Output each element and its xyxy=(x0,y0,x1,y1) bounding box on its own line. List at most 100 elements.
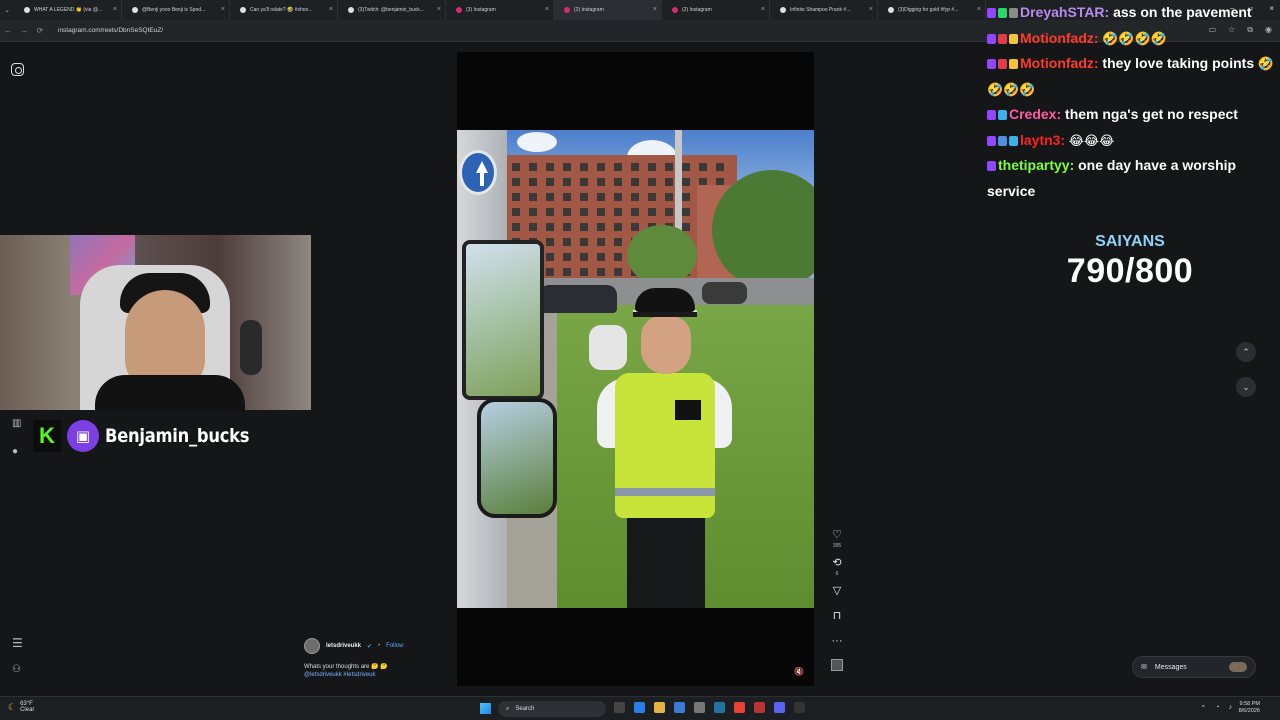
tab-close-icon[interactable]: × xyxy=(869,6,873,13)
chat-message: DreyahSTAR: ass on the pavement xyxy=(987,0,1280,26)
taskbar-apps xyxy=(614,702,805,713)
goal-count: 790/800 xyxy=(1066,252,1194,290)
mute-icon[interactable]: 🔇 xyxy=(794,667,804,676)
audio-thumbnail-icon[interactable] xyxy=(831,659,843,671)
author-avatar[interactable] xyxy=(304,638,320,654)
menu-icon[interactable]: ☰ xyxy=(12,636,23,650)
avatar[interactable]: ● xyxy=(12,446,18,457)
tray-chevron-icon[interactable]: ⌃ xyxy=(1200,704,1206,712)
task-view-icon[interactable] xyxy=(614,702,625,713)
video-frame xyxy=(457,130,814,608)
discord-icon[interactable] xyxy=(774,702,785,713)
reel-caption: Whats your thoughts are 🤔 🤔 @letsdriveuk… xyxy=(304,663,444,679)
browser-tab[interactable]: (3)Twitch: @benjamin_buck... × xyxy=(338,0,446,20)
chat-badge-icon xyxy=(998,135,1007,146)
weather-status: Clear xyxy=(20,707,35,713)
share-icon[interactable]: ▽ xyxy=(833,586,841,597)
messages-label: Messages xyxy=(1154,663,1187,671)
twitch-logo-icon: ▣ xyxy=(67,420,99,452)
reload-button[interactable]: ⟳ xyxy=(32,26,48,35)
chat-username[interactable]: laytn3: xyxy=(1020,132,1065,148)
chat-username[interactable]: Motionfadz: xyxy=(1020,55,1099,71)
app-icon[interactable] xyxy=(794,702,805,713)
chrome-icon[interactable] xyxy=(734,702,745,713)
more-options-icon[interactable]: ··· xyxy=(832,636,843,647)
volume-icon[interactable]: ♪ xyxy=(1229,704,1233,712)
chat-text: they love taking points xyxy=(1098,55,1255,71)
tab-close-icon[interactable]: × xyxy=(545,6,549,13)
chat-message: Credex: them nga's get no respect xyxy=(987,102,1280,128)
streamer-tag: K ▣ Benjamin_bucks xyxy=(33,420,273,452)
weather-icon: ☾ xyxy=(8,702,17,712)
settings-icon[interactable] xyxy=(694,702,705,713)
chat-text: ass on the pavement xyxy=(1109,4,1252,20)
messages-widget[interactable]: ✉ Messages xyxy=(1132,656,1256,678)
url-field[interactable]: instagram.com/reels/DbnSeSQtEuZ/ xyxy=(58,27,163,34)
taskbar-clock[interactable]: 9:58 PM 8/6/2026 xyxy=(1239,701,1260,715)
forward-button[interactable]: → xyxy=(16,26,32,35)
taskbar-search[interactable]: ⌕ Search xyxy=(498,701,606,717)
obs-icon[interactable] xyxy=(754,702,765,713)
chat-badge-icon xyxy=(987,135,996,146)
chat-badge-icon xyxy=(987,59,996,69)
stats-icon[interactable]: ▥ xyxy=(12,418,21,429)
tab-close-icon[interactable]: × xyxy=(761,6,765,13)
chat-badge-icon xyxy=(987,8,996,18)
reel-actions: ♡ 395 ⟲ 6 ▽ ⊓ ··· xyxy=(829,530,845,671)
streamer-name: Benjamin_bucks xyxy=(105,425,250,447)
caption-tags[interactable]: @letsdriveukk #letsdriveuk xyxy=(304,671,444,679)
browser-tab[interactable]: Infinite Shampoo Prank #... × xyxy=(770,0,878,20)
tab-close-icon[interactable]: × xyxy=(437,6,441,13)
weather-widget[interactable]: ☾ 63°F Clear xyxy=(8,701,34,713)
clock-time: 9:58 PM xyxy=(1239,701,1260,707)
previous-reel-button[interactable]: ⌃ xyxy=(1236,342,1256,362)
tab-label: @Benji yooo Benji is Sped... xyxy=(142,7,206,13)
chat-message: thetipartyy: one day have a worship serv… xyxy=(987,153,1280,204)
reel-video[interactable]: 🔇 xyxy=(457,52,814,686)
streamer-webcam xyxy=(0,235,311,410)
author-name[interactable]: letsdriveukk xyxy=(326,643,361,649)
tab-list-button[interactable]: ⌄ xyxy=(0,0,14,20)
messages-icon: ✉ xyxy=(1141,664,1147,671)
file-explorer-icon[interactable] xyxy=(654,702,665,713)
meta-apps-icon[interactable]: ⚇ xyxy=(12,664,21,675)
browser-tab[interactable]: @Benji yooo Benji is Sped... × xyxy=(122,0,230,20)
next-reel-button[interactable]: ⌄ xyxy=(1236,377,1256,397)
verified-badge-icon: ✔ xyxy=(367,643,373,650)
tab-close-icon[interactable]: × xyxy=(977,6,981,13)
save-icon[interactable]: ⊓ xyxy=(833,611,842,622)
tab-close-icon[interactable]: × xyxy=(653,6,657,13)
chat-badge-icon xyxy=(1009,59,1018,69)
chat-username[interactable]: Motionfadz: xyxy=(1020,30,1099,46)
repost-icon[interactable]: ⟲ xyxy=(832,558,841,569)
tab-close-icon[interactable]: × xyxy=(221,6,225,13)
copilot-icon[interactable] xyxy=(634,702,645,713)
browser-tab[interactable]: (2) Instagram × xyxy=(554,0,662,20)
network-icon[interactable]: ◔ xyxy=(1215,704,1219,712)
like-icon[interactable]: ♡ xyxy=(832,530,842,541)
chat-username[interactable]: Credex: xyxy=(1009,106,1061,122)
back-button[interactable]: ← xyxy=(0,26,16,35)
store-icon[interactable] xyxy=(674,702,685,713)
chat-badge-icon xyxy=(998,59,1007,69)
tab-favicon-icon xyxy=(672,7,678,13)
steam-icon[interactable] xyxy=(714,702,725,713)
tab-label: WHAT A LEGEND 👏 (via @... xyxy=(34,7,103,13)
browser-tab[interactable]: WHAT A LEGEND 👏 (via @... × xyxy=(14,0,122,20)
browser-tab[interactable]: (2) Instagram × xyxy=(662,0,770,20)
tab-close-icon[interactable]: × xyxy=(113,6,117,13)
chat-emotes: 🤣🤣🤣🤣 xyxy=(1098,30,1167,46)
instagram-logo-icon[interactable] xyxy=(11,63,24,76)
start-button[interactable] xyxy=(480,703,491,714)
truck-lower-mirror xyxy=(477,398,557,518)
browser-tab[interactable]: (3) Instagram × xyxy=(446,0,554,20)
browser-tab[interactable]: (3)Digging for gold #fyp #... × xyxy=(878,0,986,20)
streamer-shirt xyxy=(95,375,245,410)
chat-username[interactable]: DreyahSTAR: xyxy=(1020,4,1109,20)
chat-username[interactable]: thetipartyy: xyxy=(998,157,1074,173)
tab-close-icon[interactable]: × xyxy=(329,6,333,13)
follow-button[interactable]: Follow xyxy=(386,643,403,649)
clock-date: 8/6/2026 xyxy=(1238,708,1260,714)
browser-tab[interactable]: Can ya'll relate? 🤣 #shoo... × xyxy=(230,0,338,20)
chat-badge-icon xyxy=(1009,33,1018,44)
